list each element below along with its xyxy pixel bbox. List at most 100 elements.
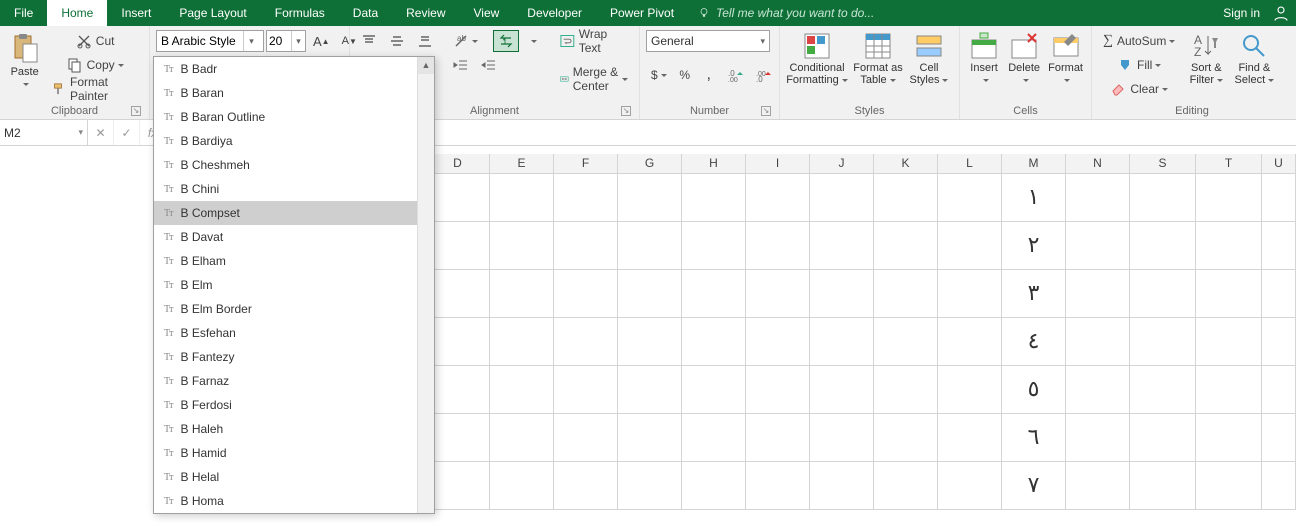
cell[interactable] <box>490 318 554 366</box>
cell[interactable] <box>810 174 874 222</box>
cell[interactable] <box>1066 462 1130 510</box>
cell[interactable] <box>554 270 618 318</box>
cell[interactable] <box>1262 318 1296 366</box>
copy-button[interactable]: Copy <box>47 54 143 76</box>
cell[interactable] <box>874 366 938 414</box>
cell[interactable] <box>1196 414 1262 462</box>
cell[interactable] <box>682 462 746 510</box>
font-list-item[interactable]: TᴛB Helal <box>154 465 434 489</box>
percent-button[interactable]: % <box>674 64 696 86</box>
cell[interactable] <box>938 366 1002 414</box>
cell[interactable] <box>746 222 810 270</box>
tell-me-search[interactable]: Tell me what you want to do... <box>698 0 874 26</box>
merge-center-button[interactable]: Merge & Center <box>555 68 633 90</box>
column-header-M[interactable]: M <box>1002 154 1066 174</box>
cell[interactable] <box>746 414 810 462</box>
cell[interactable] <box>490 414 554 462</box>
cell[interactable] <box>554 222 618 270</box>
cell[interactable] <box>746 462 810 510</box>
dialog-launcher-icon[interactable]: ↘ <box>131 106 141 116</box>
column-header-E[interactable]: E <box>490 154 554 174</box>
cell-styles-button[interactable]: Cell Styles <box>908 30 950 88</box>
font-list-item[interactable]: TᴛB Compset <box>154 201 434 225</box>
dialog-launcher-icon[interactable]: ↘ <box>761 106 771 116</box>
cell[interactable] <box>490 366 554 414</box>
column-header-S[interactable]: S <box>1130 154 1196 174</box>
tab-page-layout[interactable]: Page Layout <box>165 0 260 26</box>
cell[interactable]: ٦ <box>1002 414 1066 462</box>
cell[interactable] <box>938 270 1002 318</box>
clear-button[interactable]: Clear <box>1098 78 1180 100</box>
cell[interactable] <box>1196 462 1262 510</box>
cell[interactable] <box>1262 366 1296 414</box>
cell[interactable] <box>618 366 682 414</box>
column-header-I[interactable]: I <box>746 154 810 174</box>
format-cells-button[interactable]: Format <box>1046 30 1085 88</box>
cell[interactable] <box>1130 270 1196 318</box>
find-select-button[interactable]: Find & Select <box>1232 30 1276 100</box>
cell[interactable] <box>810 414 874 462</box>
enter-formula-button[interactable]: ✓ <box>114 120 140 145</box>
orientation-button[interactable]: ab <box>448 30 483 52</box>
account-icon[interactable] <box>1272 4 1290 22</box>
cell[interactable] <box>1130 318 1196 366</box>
cell[interactable] <box>1130 366 1196 414</box>
cut-button[interactable]: Cut <box>47 30 143 52</box>
cell[interactable] <box>1196 366 1262 414</box>
cell[interactable] <box>874 270 938 318</box>
cell[interactable] <box>618 414 682 462</box>
align-top-button[interactable] <box>356 30 382 52</box>
cell[interactable]: ٧ <box>1002 462 1066 510</box>
cell[interactable] <box>618 222 682 270</box>
font-list-item[interactable]: TᴛB Hamid <box>154 441 434 465</box>
increase-decimal-button[interactable]: .0.00 <box>722 64 748 86</box>
cell[interactable] <box>1066 270 1130 318</box>
cell[interactable] <box>810 222 874 270</box>
decrease-decimal-button[interactable]: .00.0 <box>750 64 776 86</box>
cell[interactable] <box>1262 222 1296 270</box>
cell[interactable] <box>938 462 1002 510</box>
font-list-item[interactable]: TᴛB Elham <box>154 249 434 273</box>
cell[interactable] <box>810 462 874 510</box>
cell[interactable] <box>682 366 746 414</box>
font-list-item[interactable]: TᴛB Baran Outline <box>154 105 434 129</box>
cell[interactable] <box>874 174 938 222</box>
font-dropdown-list[interactable]: ▲ TᴛB BadrTᴛB BaranTᴛB Baran OutlineTᴛB … <box>153 56 435 514</box>
cell[interactable] <box>1130 462 1196 510</box>
tab-formulas[interactable]: Formulas <box>261 0 339 26</box>
cell[interactable] <box>618 318 682 366</box>
cell[interactable] <box>1262 174 1296 222</box>
dialog-launcher-icon[interactable]: ↘ <box>621 106 631 116</box>
cell[interactable] <box>490 462 554 510</box>
cell[interactable] <box>426 174 490 222</box>
name-box[interactable]: M2 ▾ <box>0 120 88 145</box>
cell[interactable] <box>938 414 1002 462</box>
cell[interactable] <box>810 318 874 366</box>
cell[interactable] <box>554 174 618 222</box>
tab-data[interactable]: Data <box>339 0 392 26</box>
cell[interactable] <box>1130 174 1196 222</box>
cell[interactable] <box>682 414 746 462</box>
cell[interactable]: ٤ <box>1002 318 1066 366</box>
tab-review[interactable]: Review <box>392 0 459 26</box>
scrollbar[interactable]: ▲ <box>417 57 434 513</box>
paste-button[interactable]: Paste <box>6 30 43 100</box>
cell[interactable] <box>938 222 1002 270</box>
tab-view[interactable]: View <box>460 0 514 26</box>
cell[interactable] <box>426 318 490 366</box>
cell[interactable] <box>1196 174 1262 222</box>
cell[interactable] <box>874 462 938 510</box>
font-list-item[interactable]: TᴛB Elm <box>154 273 434 297</box>
scroll-up-button[interactable]: ▲ <box>418 57 434 74</box>
format-as-table-button[interactable]: Format as Table <box>852 30 904 88</box>
text-direction-rtl-button[interactable]: ¶ <box>493 30 519 52</box>
font-list-item[interactable]: TᴛB Bardiya <box>154 129 434 153</box>
font-list-item[interactable]: TᴛB Elm Border <box>154 297 434 321</box>
cell[interactable] <box>1196 222 1262 270</box>
font-name-dropdown-icon[interactable]: ▾ <box>243 31 259 51</box>
font-list-item[interactable]: TᴛB Haleh <box>154 417 434 441</box>
column-header-F[interactable]: F <box>554 154 618 174</box>
cell[interactable] <box>682 222 746 270</box>
cell[interactable] <box>1196 318 1262 366</box>
cell[interactable] <box>1066 174 1130 222</box>
